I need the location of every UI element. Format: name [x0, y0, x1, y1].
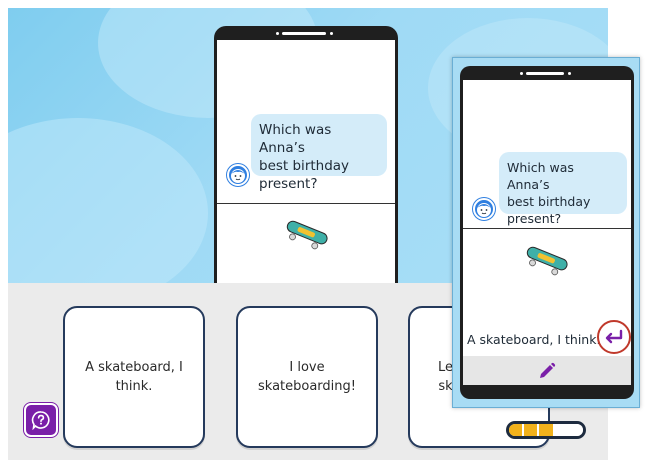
zoom-phone-device: Which was Anna’s best birthday present? — [460, 66, 634, 399]
enter-button[interactable] — [597, 320, 631, 354]
progress-bar — [506, 421, 586, 439]
pencil-icon[interactable] — [537, 361, 557, 381]
help-button[interactable] — [24, 403, 58, 437]
answer-card-3-line-1: Le — [438, 360, 454, 375]
boy-avatar-icon — [227, 164, 249, 186]
edit-toolbar[interactable] — [463, 356, 631, 385]
enter-return-icon — [605, 329, 623, 344]
zoom-question-line-3: present? — [507, 211, 562, 226]
zoom-question-line-2: best birthday — [507, 194, 591, 209]
question-bubble: Which was Anna’s best birthday present? — [251, 114, 387, 192]
answer-card-1-line-1: A skateboard, I — [85, 360, 183, 375]
answer-card-2[interactable]: I love skateboarding! — [236, 306, 378, 448]
phone-device: Which was Anna’s best birthday present? — [214, 26, 398, 283]
progress-segment — [554, 424, 568, 436]
help-bubble-icon — [31, 411, 50, 430]
answer-card-3-line-2: sk — [438, 379, 453, 394]
phone-screen: Which was Anna’s best birthday present? — [217, 40, 395, 283]
answer-card-2-line-2: skateboarding! — [258, 379, 356, 394]
answer-card-1-line-2: think. — [115, 379, 153, 394]
zoom-preview-panel: Which was Anna’s best birthday present? — [452, 57, 640, 408]
skateboard-icon — [523, 242, 571, 280]
zoom-phone-screen: Which was Anna’s best birthday present? — [463, 80, 631, 385]
question-line-2: best birthday — [259, 158, 350, 174]
question-line-3: present? — [259, 176, 318, 192]
answer-card-1[interactable]: A skateboard, I think. — [63, 306, 205, 448]
answer-card-2-line-1: I love — [289, 360, 325, 375]
progress-segment — [509, 424, 523, 436]
boy-avatar-icon — [473, 198, 495, 220]
zoom-question-bubble: Which was Anna’s best birthday present? — [499, 152, 627, 226]
skateboard-icon — [283, 216, 331, 254]
progress-segment — [524, 424, 538, 436]
progress-segment — [539, 424, 553, 436]
typed-answer: A skateboard, I think. — [467, 332, 601, 347]
question-line-1: Which was Anna’s — [259, 122, 332, 156]
zoom-question-line-1: Which was Anna’s — [507, 160, 574, 192]
progress-segment — [569, 424, 583, 436]
